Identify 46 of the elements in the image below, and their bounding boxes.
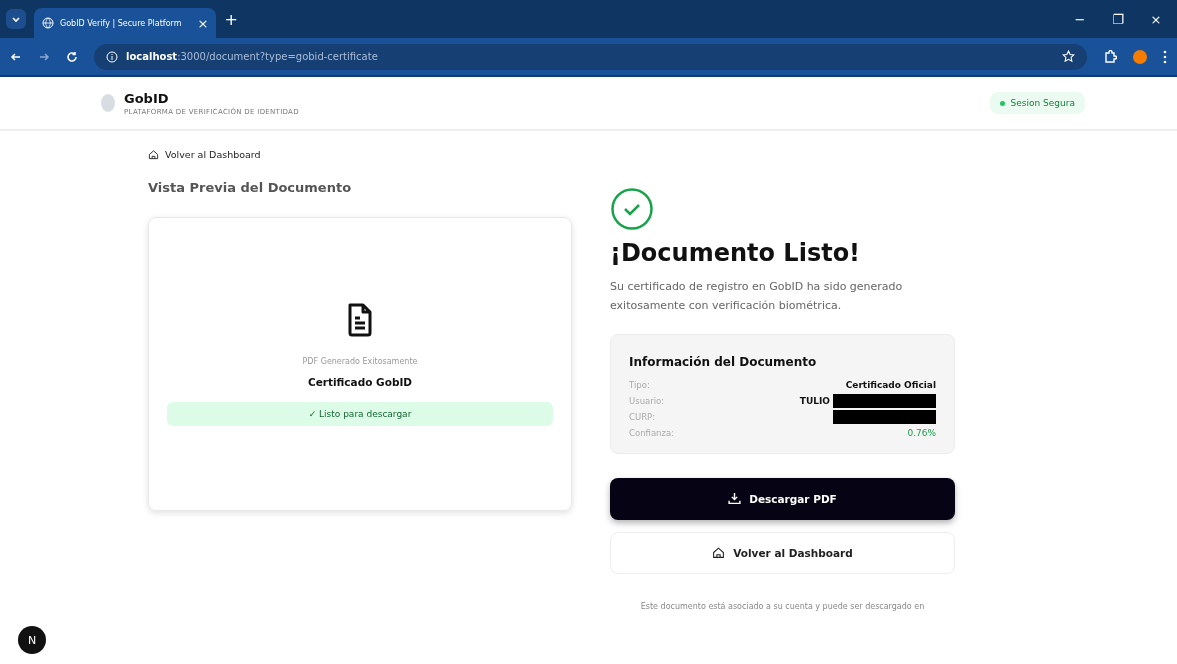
browser-tab[interactable]: GobID Verify | Secure Platform × bbox=[34, 8, 217, 38]
download-button[interactable]: Descargar PDF bbox=[610, 477, 955, 520]
info-label: CURP: bbox=[629, 411, 656, 422]
menu-icon[interactable] bbox=[1163, 49, 1167, 64]
reload-icon[interactable] bbox=[66, 50, 78, 63]
new-tab-button[interactable]: + bbox=[224, 9, 238, 29]
footnote: Este documento está asociado a su cuenta y puede ser descargado en bbox=[639, 601, 926, 611]
result-title: ¡Documento Listo! bbox=[610, 239, 862, 267]
document-icon bbox=[347, 302, 373, 337]
star-icon[interactable] bbox=[1062, 50, 1075, 63]
secure-session-badge: Sesion Segura bbox=[989, 92, 1085, 114]
window-control-button[interactable]: ❐ bbox=[1103, 11, 1133, 27]
info-label: Tipo: bbox=[629, 379, 650, 390]
document-name: Certificado GobID bbox=[307, 375, 413, 388]
chevron-down-icon bbox=[11, 14, 21, 24]
address-bar[interactable]: localhost:3000/document?type=gobid-certificate bbox=[94, 43, 1087, 70]
back-arrow-icon[interactable] bbox=[10, 50, 22, 63]
home-icon bbox=[148, 149, 159, 160]
success-check-icon bbox=[610, 187, 654, 231]
home-icon bbox=[712, 546, 726, 559]
url-text: localhost:3000/document?type=gobid-certificate bbox=[126, 51, 378, 62]
info-value: Certificado Oficial bbox=[845, 379, 936, 390]
window-control-button[interactable]: − bbox=[1065, 11, 1095, 27]
dev-tools-badge[interactable]: N bbox=[18, 626, 46, 654]
info-icon bbox=[106, 50, 118, 63]
tab-menu-button[interactable] bbox=[6, 9, 26, 29]
forward-arrow-icon[interactable] bbox=[38, 50, 50, 63]
preview-caption: PDF Generado Exitosamente bbox=[302, 356, 418, 366]
profile-avatar[interactable] bbox=[1133, 49, 1147, 64]
info-value: TULIO bbox=[799, 395, 830, 406]
puzzle-icon[interactable] bbox=[1103, 49, 1117, 64]
download-icon bbox=[728, 492, 742, 505]
ready-status-banner: ✓ Listo para descargar bbox=[167, 401, 553, 426]
tab-close-button[interactable]: × bbox=[197, 15, 209, 31]
info-label: Confianza: bbox=[629, 427, 674, 438]
globe-icon bbox=[42, 17, 54, 29]
brand-name: GobID bbox=[124, 90, 170, 106]
info-value: 0.76% bbox=[907, 427, 936, 438]
section-title: Vista Previa del Documento bbox=[148, 180, 353, 195]
dashboard-button[interactable]: Volver al Dashboard bbox=[610, 531, 955, 574]
info-label: Usuario: bbox=[629, 395, 665, 406]
info-title: Información del Documento bbox=[629, 354, 818, 369]
result-message: Su certificado de registro en GobID ha sido generado exitosamente con verificación biométrica. bbox=[610, 279, 904, 315]
back-link[interactable]: Volver al Dashboard bbox=[148, 149, 572, 160]
window-control-button[interactable]: × bbox=[1141, 11, 1171, 27]
tab-title: GobID Verify | Secure Platform bbox=[60, 18, 182, 28]
